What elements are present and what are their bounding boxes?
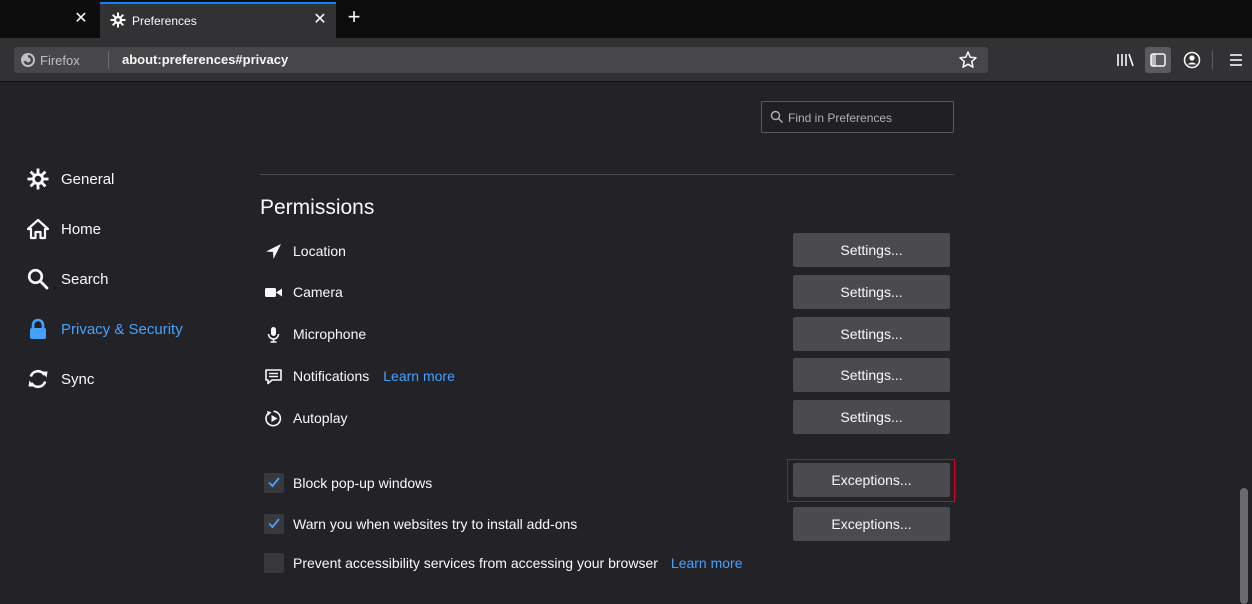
search-input[interactable]: Find in Preferences: [761, 101, 954, 133]
url-text[interactable]: about:preferences#privacy: [122, 52, 288, 67]
permission-label: Location: [293, 243, 346, 259]
notification-icon: [265, 368, 282, 384]
sidebar-item-label: Search: [61, 270, 109, 288]
identity-box[interactable]: Firefox: [20, 52, 80, 68]
accessibility-learn-more-link[interactable]: Learn more: [671, 555, 743, 571]
camera-settings-button[interactable]: Settings...: [793, 275, 950, 309]
warn-addons-row: Warn you when websites try to install ad…: [264, 513, 577, 535]
block-popups-row: Block pop-up windows: [264, 472, 432, 494]
permissions-heading: Permissions: [260, 196, 375, 219]
permission-label: Autoplay: [293, 410, 348, 426]
warn-addons-checkbox[interactable]: [264, 514, 284, 534]
notifications-learn-more-link[interactable]: Learn more: [383, 368, 455, 384]
url-separator: [108, 51, 109, 69]
toolbar-separator: [1212, 50, 1213, 70]
notifications-settings-button[interactable]: Settings...: [793, 358, 950, 392]
autoplay-icon: [265, 410, 282, 426]
navigation-toolbar: Firefox about:preferences#privacy: [0, 38, 1252, 82]
sync-icon: [28, 369, 48, 389]
library-icon[interactable]: [1113, 48, 1137, 72]
location-arrow-icon: [266, 243, 281, 259]
previous-tab-close-button[interactable]: ✕: [70, 8, 92, 30]
permission-row-autoplay: Autoplay: [264, 407, 347, 429]
sidebar-item-general[interactable]: General: [27, 164, 114, 194]
permission-row-location: Location: [264, 240, 346, 262]
checkmark-icon: [268, 518, 280, 529]
scrollbar-thumb[interactable]: [1240, 488, 1248, 604]
checkmark-icon: [268, 477, 280, 488]
checkbox-label: Block pop-up windows: [293, 475, 433, 491]
prevent-accessibility-checkbox[interactable]: [264, 553, 284, 573]
browser-window: ✕ Preferences ✕ + Firefox about:preferen…: [0, 0, 1252, 604]
block-popups-checkbox[interactable]: [264, 473, 284, 493]
sidebar-item-sync[interactable]: Sync: [27, 364, 94, 394]
home-icon: [27, 218, 49, 240]
addons-exceptions-button[interactable]: Exceptions...: [793, 507, 950, 541]
sidebar-item-label: Home: [61, 220, 102, 238]
permission-label: Notifications: [293, 368, 370, 384]
sidebar-item-home[interactable]: Home: [27, 214, 101, 244]
autoplay-settings-button[interactable]: Settings...: [793, 400, 950, 434]
prevent-accessibility-row: Prevent accessibility services from acce…: [264, 552, 743, 574]
permission-label: Microphone: [293, 326, 367, 342]
checkbox-label: Prevent accessibility services from acce…: [293, 555, 658, 571]
account-icon[interactable]: [1180, 48, 1204, 72]
search-placeholder: Find in Preferences: [788, 111, 893, 125]
permission-label: Camera: [293, 284, 343, 300]
microphone-icon: [267, 326, 280, 343]
preferences-content: Find in Preferences General Home Search …: [0, 82, 1252, 604]
bookmark-star-icon[interactable]: [958, 50, 978, 70]
tab-preferences[interactable]: Preferences ✕: [100, 2, 336, 38]
permission-row-notifications: Notifications Learn more: [264, 365, 455, 387]
sidebar-item-label: General: [61, 170, 115, 188]
new-tab-button[interactable]: +: [342, 6, 366, 30]
sidebar-item-search[interactable]: Search: [27, 264, 109, 294]
focus-highlight-outline: [787, 459, 955, 502]
sidebar-item-label: Privacy & Security: [61, 320, 183, 338]
microphone-settings-button[interactable]: Settings...: [793, 317, 950, 351]
permission-row-microphone: Microphone: [264, 323, 366, 345]
gear-icon: [110, 12, 126, 28]
camera-icon: [265, 287, 282, 297]
url-bar[interactable]: Firefox about:preferences#privacy: [14, 47, 988, 73]
section-divider: [260, 174, 954, 175]
identity-label: Firefox: [40, 52, 80, 68]
search-icon: [27, 268, 49, 290]
tab-title: Preferences: [132, 14, 197, 28]
lock-icon: [30, 318, 46, 339]
hamburger-menu-icon[interactable]: [1224, 48, 1248, 72]
sidebar-item-label: Sync: [61, 370, 95, 388]
tab-close-button[interactable]: ✕: [310, 10, 330, 30]
sidebar-item-privacy-security[interactable]: Privacy & Security: [27, 314, 183, 344]
gear-icon: [27, 168, 49, 190]
search-icon: [770, 110, 783, 123]
sidebar-icon[interactable]: [1145, 47, 1171, 73]
tab-strip: ✕ Preferences ✕ +: [0, 0, 1252, 38]
permission-row-camera: Camera: [264, 281, 343, 303]
checkbox-label: Warn you when websites try to install ad…: [293, 516, 578, 532]
firefox-icon: [21, 53, 35, 67]
location-settings-button[interactable]: Settings...: [793, 233, 950, 267]
